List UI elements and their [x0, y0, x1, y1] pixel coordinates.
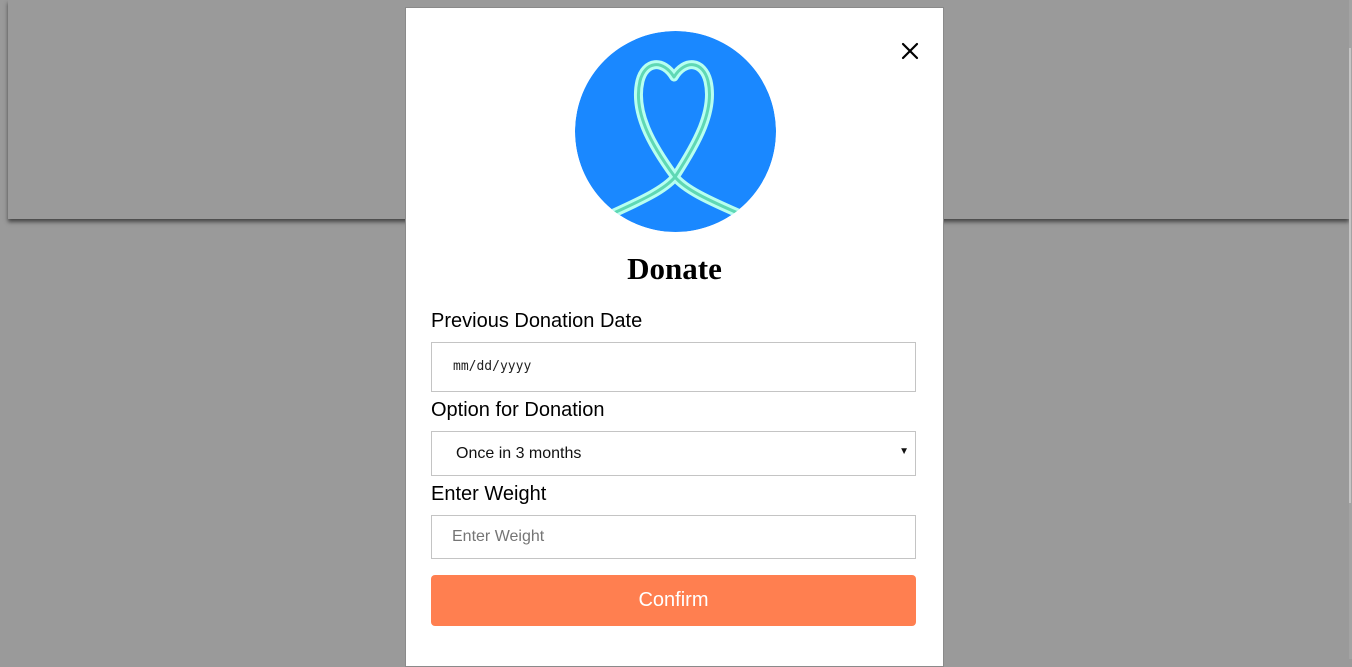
donation-option-selected: Once in 3 months	[456, 445, 582, 462]
close-icon[interactable]	[899, 40, 921, 62]
date-placeholder: mm/dd/yyyy	[453, 359, 532, 374]
weight-field	[431, 515, 916, 559]
dropdown-arrow-icon: ▼	[899, 446, 909, 457]
weight-input[interactable]	[432, 516, 915, 558]
confirm-button[interactable]: Confirm	[431, 575, 916, 626]
donate-modal: Donate Previous Donation Date mm/dd/yyyy…	[405, 7, 944, 667]
heart-ribbon-icon	[575, 31, 776, 232]
donation-option-select[interactable]: Once in 3 months ▼	[431, 431, 916, 476]
weight-label: Enter Weight	[431, 483, 547, 505]
previous-donation-date-label: Previous Donation Date	[431, 310, 643, 332]
modal-title: Donate	[627, 251, 722, 286]
donation-option-label: Option for Donation	[431, 399, 605, 421]
previous-donation-date-input[interactable]: mm/dd/yyyy	[431, 342, 916, 392]
